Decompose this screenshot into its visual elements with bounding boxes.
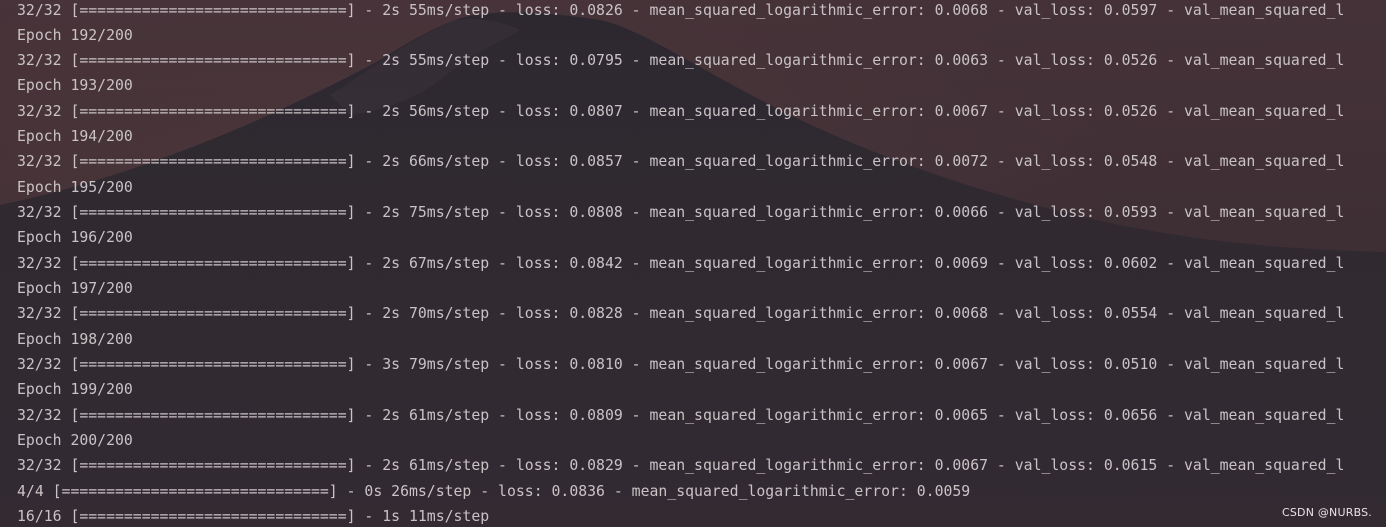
- epoch-line: Epoch 194/200: [17, 128, 133, 145]
- evaluate-line: 4/4 [==============================] - 0…: [17, 483, 971, 500]
- log-line: 32/32 [==============================] -…: [17, 204, 1345, 221]
- log-line: 32/32 [==============================] -…: [17, 2, 1345, 19]
- epoch-line: Epoch 199/200: [17, 381, 133, 398]
- epoch-line: Epoch 193/200: [17, 77, 133, 94]
- log-line: 32/32 [==============================] -…: [17, 356, 1345, 373]
- epoch-line: Epoch 198/200: [17, 331, 133, 348]
- log-line: 32/32 [==============================] -…: [17, 52, 1345, 69]
- epoch-line: Epoch 192/200: [17, 27, 133, 44]
- epoch-line: Epoch 200/200: [17, 432, 133, 449]
- log-line: 32/32 [==============================] -…: [17, 305, 1345, 322]
- log-line: 32/32 [==============================] -…: [17, 407, 1345, 424]
- epoch-line: Epoch 195/200: [17, 179, 133, 196]
- epoch-line: Epoch 197/200: [17, 280, 133, 297]
- log-line: 32/32 [==============================] -…: [17, 103, 1345, 120]
- log-line: 32/32 [==============================] -…: [17, 457, 1345, 474]
- log-line: 32/32 [==============================] -…: [17, 255, 1345, 272]
- predict-line: 16/16 [==============================] -…: [17, 508, 490, 525]
- log-line: 32/32 [==============================] -…: [17, 153, 1345, 170]
- epoch-line: Epoch 196/200: [17, 229, 133, 246]
- watermark-text: CSDN @NURBS.: [1281, 506, 1372, 519]
- terminal-output: 32/32 [==============================] -…: [0, 0, 1386, 527]
